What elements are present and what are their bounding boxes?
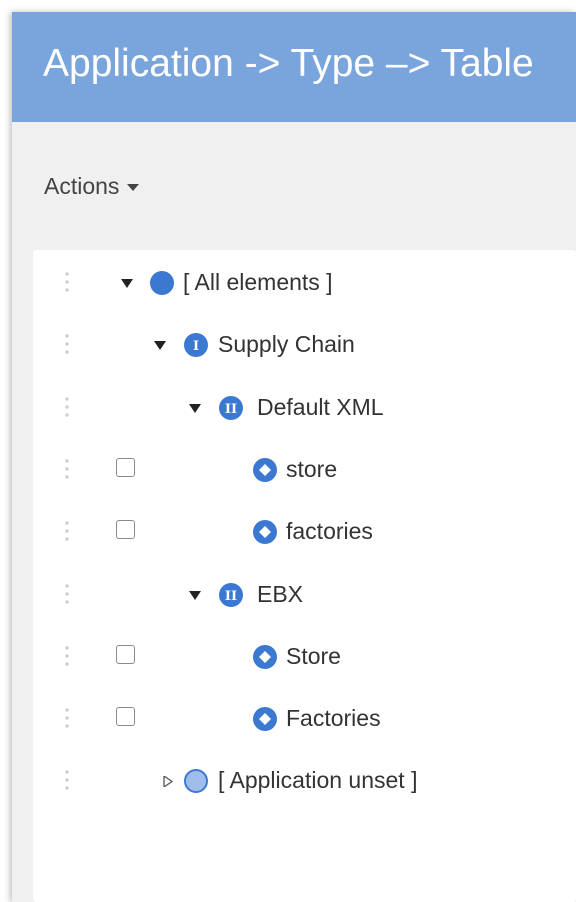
drag-handle-icon[interactable]	[64, 394, 70, 422]
diamond-icon	[251, 641, 279, 669]
tree-node-label[interactable]: [ All elements ]	[183, 269, 333, 296]
row-checkbox[interactable]	[116, 520, 135, 540]
roman-two-icon: II	[217, 392, 245, 420]
tree-node-label[interactable]: factories	[286, 518, 373, 545]
diamond-icon	[251, 703, 279, 732]
drag-handle-icon[interactable]	[64, 767, 70, 795]
actions-menu-button[interactable]: Actions	[44, 173, 140, 200]
tree-row[interactable]: factories	[33, 506, 576, 568]
hierarchy-tree: [ All elements ] I Supply Chain II Default X…	[33, 250, 576, 902]
roman-one-icon: I	[182, 329, 210, 358]
tree-row[interactable]: [ Application unset ]	[33, 755, 576, 817]
tree-row[interactable]: I Supply Chain	[33, 319, 576, 381]
diamond-icon	[251, 516, 279, 545]
filled-circle-icon	[148, 267, 176, 295]
tree-row[interactable]: store	[33, 444, 576, 506]
tree-row[interactable]: II Default XML	[33, 382, 576, 444]
roman-two-icon: II	[217, 579, 245, 607]
app-window: Application -> Type –> Table Actions [ A…	[12, 12, 576, 902]
drag-handle-icon[interactable]	[64, 456, 70, 484]
page-header: Application -> Type –> Table	[12, 12, 576, 122]
tree-node-label[interactable]: Supply Chain	[218, 331, 355, 358]
drag-handle-icon[interactable]	[64, 518, 70, 546]
row-checkbox[interactable]	[116, 457, 135, 477]
expand-caret-down-icon[interactable]	[188, 401, 202, 413]
tree-node-label[interactable]: store	[286, 456, 337, 483]
light-circle-icon	[182, 765, 210, 794]
drag-handle-icon[interactable]	[64, 643, 70, 671]
row-checkbox[interactable]	[116, 707, 135, 727]
drag-handle-icon[interactable]	[64, 331, 70, 359]
row-checkbox[interactable]	[116, 644, 135, 664]
page-title: Application -> Type –> Table	[43, 42, 534, 85]
actions-label: Actions	[44, 173, 120, 199]
drag-handle-icon[interactable]	[64, 581, 70, 609]
diamond-icon	[251, 454, 279, 482]
tree-row[interactable]: Store	[33, 631, 576, 693]
tree-row[interactable]: II EBX	[33, 569, 576, 631]
tree-node-label[interactable]: EBX	[257, 581, 303, 608]
svg-text:I: I	[193, 339, 199, 354]
svg-text:II: II	[225, 589, 237, 604]
caret-down-icon	[127, 184, 140, 192]
tree-node-label[interactable]: Default XML	[257, 394, 384, 421]
drag-handle-icon[interactable]	[64, 269, 70, 297]
collapse-caret-right-icon[interactable]	[161, 774, 175, 789]
expand-caret-down-icon[interactable]	[120, 276, 134, 288]
svg-text:II: II	[225, 402, 237, 417]
expand-caret-down-icon[interactable]	[188, 588, 202, 600]
tree-node-label[interactable]: Store	[286, 643, 341, 670]
tree-row[interactable]: Factories	[33, 693, 576, 755]
tree-node-label[interactable]: [ Application unset ]	[218, 767, 417, 794]
tree-row[interactable]: [ All elements ]	[33, 257, 576, 319]
expand-caret-down-icon[interactable]	[153, 338, 167, 351]
tree-node-label[interactable]: Factories	[286, 705, 381, 732]
drag-handle-icon[interactable]	[64, 705, 70, 733]
